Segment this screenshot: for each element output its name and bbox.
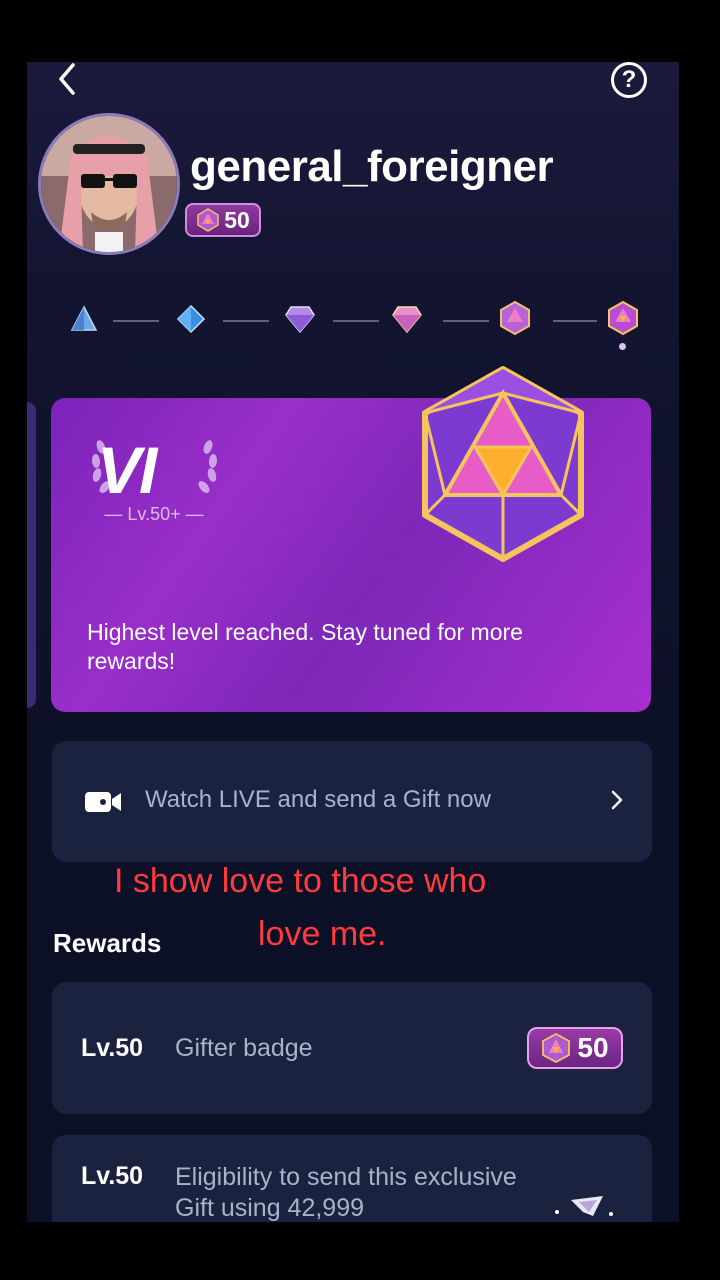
overlay-caption-line-1: I show love to those who	[114, 862, 487, 900]
reward-level: Lv.50	[81, 1034, 144, 1062]
avatar[interactable]	[38, 113, 180, 255]
tier-1-gem-icon[interactable]	[69, 304, 99, 334]
tier-3-gem-icon[interactable]	[284, 304, 316, 334]
tier-4-gem-icon[interactable]	[391, 304, 423, 334]
gifter-level-screen: ? general_foreigner 50 VI — Lv.50+ — Hig…	[27, 62, 679, 1222]
chevron-right-icon	[611, 790, 623, 810]
watch-live-label: Watch LIVE and send a Gift now	[145, 786, 491, 813]
reward-level: Lv.50	[81, 1162, 144, 1190]
tier-roman-numeral: VI	[97, 433, 157, 507]
back-button[interactable]	[53, 62, 83, 96]
reward-gifter-badge: 50	[527, 1027, 623, 1069]
reward-label: Eligibility to send this exclusive Gift …	[175, 1163, 517, 1222]
reward-label: Gifter badge	[175, 1034, 313, 1062]
gem-icon	[197, 208, 219, 232]
tier-card-message: Highest level reached. Stay tuned for mo…	[87, 619, 523, 674]
gem-icon	[542, 1033, 571, 1063]
tier-level-range: — Lv.50+ —	[104, 504, 204, 524]
overlay-caption-line-2: love me.	[258, 915, 387, 953]
tier-2-gem-icon[interactable]	[176, 304, 206, 334]
chevron-left-icon	[59, 63, 75, 95]
exclusive-gift-icon	[555, 1196, 613, 1216]
reward-badge-value: 50	[577, 1032, 609, 1063]
progress-connector	[113, 320, 159, 322]
tier-vi-gem-icon	[422, 366, 584, 562]
username: general_foreigner	[190, 142, 554, 191]
video-camera-icon	[85, 792, 121, 812]
help-button[interactable]: ?	[611, 62, 647, 98]
progress-connector	[223, 320, 269, 322]
progress-connector	[333, 320, 379, 322]
current-tier-indicator	[619, 343, 626, 350]
progress-connector	[553, 320, 597, 322]
tier-6-gem-icon[interactable]	[605, 300, 641, 336]
rewards-section-title: Rewards	[53, 928, 162, 958]
previous-card-peek[interactable]	[27, 402, 36, 708]
tier-5-gem-icon[interactable]	[497, 300, 533, 336]
gifter-level-badge: 50	[185, 203, 261, 237]
gifter-level-value: 50	[224, 206, 250, 233]
progress-connector	[443, 320, 489, 322]
